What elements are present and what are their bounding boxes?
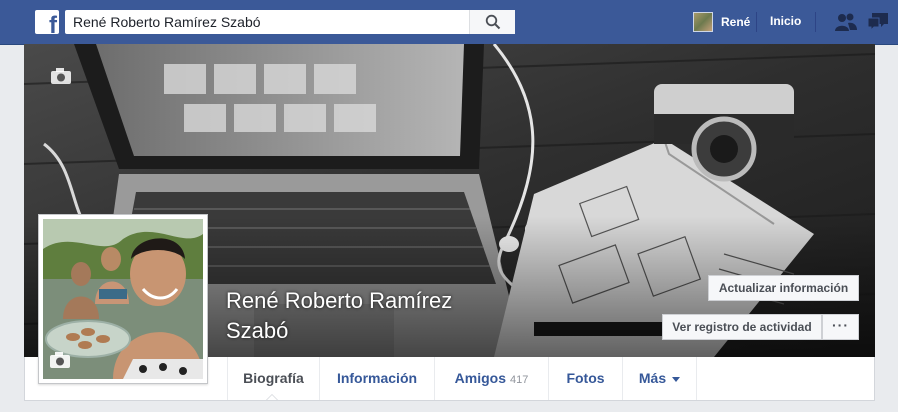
friend-requests-icon[interactable] <box>834 12 858 32</box>
top-navigation-bar: f René Inicio <box>0 0 898 45</box>
tab-friends[interactable]: Amigos 417 <box>435 357 549 400</box>
friends-count: 417 <box>509 374 529 386</box>
profile-picture-frame[interactable] <box>38 214 208 384</box>
tab-photos[interactable]: Fotos <box>549 357 623 400</box>
tab-label: Fotos <box>566 370 605 386</box>
nav-divider <box>815 12 816 32</box>
avatar <box>693 12 713 32</box>
nav-user-name: René <box>721 15 751 29</box>
camera-icon[interactable] <box>50 67 72 85</box>
search-input[interactable] <box>65 10 481 34</box>
nav-profile-link[interactable]: René <box>693 12 750 32</box>
profile-picture <box>43 219 203 379</box>
tab-label: Biografía <box>243 370 304 386</box>
nav-home-link[interactable]: Inicio <box>770 14 801 28</box>
caret-down-icon <box>672 376 681 382</box>
search-icon <box>485 14 501 30</box>
profile-name: René Roberto Ramírez Szabó <box>226 288 453 343</box>
activity-log-button[interactable]: Ver registro de actividad <box>662 314 822 340</box>
tab-about[interactable]: Información <box>320 357 435 400</box>
camera-icon[interactable] <box>49 351 71 369</box>
facebook-logo-icon[interactable]: f <box>35 10 59 34</box>
messages-icon[interactable] <box>866 12 890 34</box>
search-box <box>65 10 515 34</box>
tab-more[interactable]: Más <box>623 357 697 400</box>
tab-label: Información <box>336 370 418 386</box>
more-options-button[interactable]: ··· <box>822 314 859 340</box>
nav-divider <box>756 12 757 32</box>
active-tab-indicator <box>266 394 278 400</box>
search-button[interactable] <box>469 10 515 34</box>
tab-label: Más <box>638 370 667 386</box>
tab-label: Amigos <box>454 370 506 386</box>
update-info-button[interactable]: Actualizar información <box>708 275 859 301</box>
